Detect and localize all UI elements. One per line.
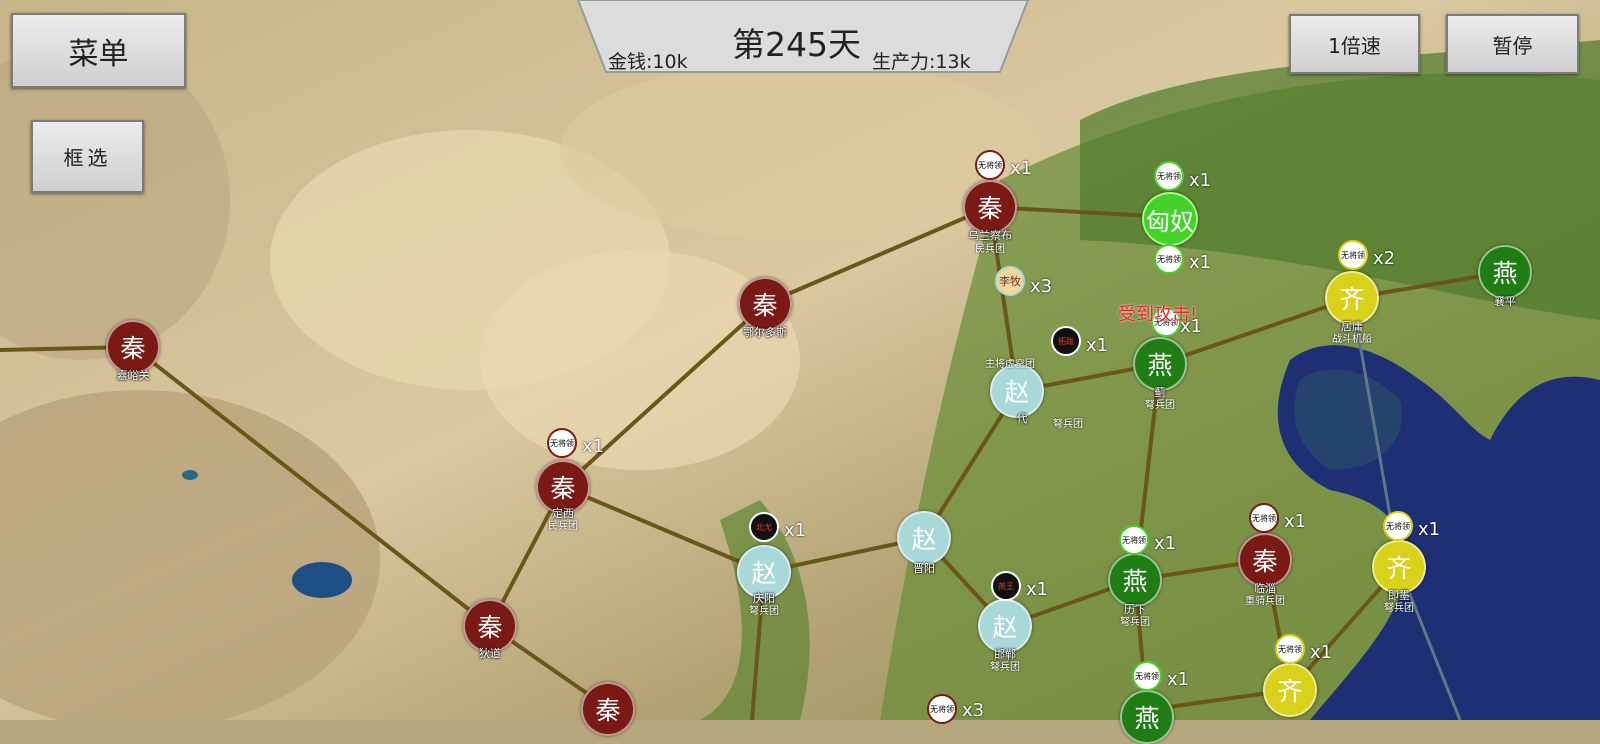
city-node-linzi[interactable]: 秦 bbox=[1238, 533, 1292, 587]
army-count: x1 bbox=[1418, 519, 1441, 540]
army-count: x1 bbox=[1086, 335, 1109, 356]
army-marker[interactable]: 李牧 bbox=[995, 266, 1025, 296]
city-label: 晋阳 bbox=[913, 562, 935, 575]
army-marker[interactable]: 无将领 bbox=[1132, 661, 1162, 691]
unit-label: 主将虚空团 bbox=[985, 359, 1035, 370]
army-count: x3 bbox=[962, 700, 985, 721]
city-node-xiangping[interactable]: 燕 bbox=[1478, 245, 1532, 299]
army-marker[interactable]: 无将领 bbox=[547, 428, 577, 458]
army-count: x1 bbox=[784, 520, 807, 541]
army-marker[interactable]: 无将领 bbox=[1338, 240, 1368, 270]
army-marker[interactable]: 无将领 bbox=[1154, 161, 1184, 191]
city-label: 代 bbox=[1016, 412, 1028, 425]
unit-label: 民兵团 bbox=[548, 521, 578, 532]
army-marker[interactable]: 无将领 bbox=[1249, 503, 1279, 533]
unit-label: 弩兵团 bbox=[749, 606, 779, 617]
city-label: 襄平 bbox=[1494, 295, 1516, 308]
unit-label: 战斗机船 bbox=[1332, 334, 1372, 345]
army-marker[interactable]: 无将领 bbox=[975, 150, 1005, 180]
pause-button[interactable]: 暂停 bbox=[1446, 14, 1579, 74]
army-count: x1 bbox=[582, 436, 605, 457]
unit-label: 弩兵团 bbox=[1053, 419, 1083, 430]
day-counter: 第245天 bbox=[732, 25, 861, 64]
speed-button[interactable]: 1倍速 bbox=[1289, 14, 1420, 74]
terrain-map[interactable] bbox=[0, 0, 1600, 720]
unit-label: 弩兵团 bbox=[1145, 400, 1175, 411]
city-node-ji[interactable]: 燕 bbox=[1133, 337, 1187, 391]
army-count: x1 bbox=[1026, 579, 1049, 600]
army-marker[interactable]: 无将领 bbox=[1119, 525, 1149, 555]
army-count: x1 bbox=[1189, 252, 1212, 273]
army-count: x3 bbox=[1030, 276, 1053, 297]
unit-label: 民兵团 bbox=[975, 244, 1005, 255]
army-marker[interactable]: 燕王 bbox=[991, 571, 1021, 601]
box-select-button[interactable]: 框选 bbox=[31, 120, 144, 193]
menu-button[interactable]: 菜单 bbox=[11, 13, 186, 88]
city-node-qin-south[interactable]: 秦 bbox=[581, 682, 635, 736]
productivity-display: 生产力:13k bbox=[872, 51, 971, 73]
army-marker[interactable]: 拓跋 bbox=[1051, 326, 1081, 356]
attack-alert: 受到攻击! bbox=[1118, 304, 1198, 325]
city-node-xiongnu[interactable]: 匈奴 bbox=[1142, 192, 1198, 246]
city-node-lixia[interactable]: 燕 bbox=[1108, 553, 1162, 607]
unit-label: 弩兵团 bbox=[1384, 603, 1414, 614]
city-node-juyong[interactable]: 齐 bbox=[1325, 271, 1379, 325]
city-node-jimo[interactable]: 齐 bbox=[1372, 540, 1426, 594]
city-node-ulanqab[interactable]: 秦 bbox=[963, 180, 1017, 234]
army-count: x1 bbox=[1310, 642, 1333, 663]
city-node-langye[interactable]: 齐 bbox=[1263, 663, 1317, 717]
army-marker[interactable]: 无将领 bbox=[1383, 511, 1413, 541]
army-marker[interactable]: 无将领 bbox=[1154, 244, 1184, 274]
city-node-ordos[interactable]: 秦 bbox=[738, 277, 792, 331]
city-label: 鄂尔多斯 bbox=[743, 326, 787, 339]
city-node-jinyang[interactable]: 赵 bbox=[897, 511, 951, 565]
city-node-handan[interactable]: 赵 bbox=[978, 599, 1032, 653]
army-count: x1 bbox=[1154, 533, 1177, 554]
army-marker[interactable]: 无将领 bbox=[1275, 634, 1305, 664]
city-label: 嘉峪关 bbox=[116, 369, 150, 382]
army-count: x2 bbox=[1373, 248, 1396, 269]
army-count: x1 bbox=[1189, 170, 1212, 191]
city-node-jiayuguan[interactable]: 秦 bbox=[106, 320, 160, 374]
army-marker[interactable]: 北尤 bbox=[749, 512, 779, 542]
unit-label: 弩兵团 bbox=[990, 662, 1020, 673]
money-display: 金钱:10k bbox=[608, 51, 688, 73]
city-node-yan-south[interactable]: 燕 bbox=[1120, 690, 1174, 744]
unit-label: 重骑兵团 bbox=[1245, 596, 1285, 607]
army-count: x1 bbox=[1167, 669, 1190, 690]
army-count: x1 bbox=[1284, 511, 1307, 532]
city-label: 狄道 bbox=[479, 647, 501, 660]
unit-label: 弩兵团 bbox=[1120, 617, 1150, 628]
army-count: x1 bbox=[1010, 158, 1033, 179]
